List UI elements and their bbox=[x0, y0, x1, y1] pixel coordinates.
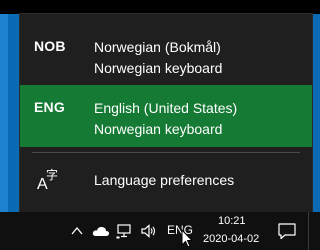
desktop-background-top bbox=[0, 0, 320, 14]
input-language-flyout: NOB Norwegian (Bokmål) Norwegian keyboar… bbox=[20, 14, 312, 212]
language-preferences-link[interactable]: A 字 Language preferences bbox=[20, 160, 312, 200]
keyboard-layout-name: Norwegian keyboard bbox=[94, 60, 223, 76]
mouse-cursor-icon bbox=[181, 229, 193, 248]
action-center-icon[interactable] bbox=[277, 221, 297, 241]
flyout-divider bbox=[32, 152, 300, 153]
language-preferences-label: Language preferences bbox=[94, 172, 235, 188]
clock-time[interactable]: 10:21 bbox=[218, 215, 246, 227]
language-name: English (United States) bbox=[94, 100, 238, 116]
language-name: Norwegian (Bokmål) bbox=[94, 39, 221, 55]
volume-icon[interactable] bbox=[140, 222, 158, 240]
language-abbreviation: NOB bbox=[34, 38, 66, 54]
desktop-background-edge bbox=[0, 14, 8, 212]
onedrive-cloud-icon[interactable] bbox=[92, 224, 110, 238]
language-item-eng[interactable]: ENG English (United States) Norwegian ke… bbox=[20, 85, 312, 147]
keyboard-layout-name: Norwegian keyboard bbox=[94, 121, 223, 137]
desktop-background-right bbox=[312, 14, 320, 212]
language-item-nob[interactable]: NOB Norwegian (Bokmål) Norwegian keyboar… bbox=[20, 24, 312, 86]
clock-date[interactable]: 2020-04-02 bbox=[203, 233, 259, 245]
chevron-up-icon[interactable] bbox=[70, 224, 84, 238]
svg-text:字: 字 bbox=[46, 167, 58, 182]
taskbar: ENG 10:21 2020-04-02 bbox=[0, 212, 320, 250]
language-settings-icon: A 字 bbox=[37, 167, 58, 192]
language-abbreviation: ENG bbox=[34, 99, 65, 115]
show-desktop-divider bbox=[308, 212, 309, 250]
network-icon[interactable] bbox=[116, 222, 134, 240]
